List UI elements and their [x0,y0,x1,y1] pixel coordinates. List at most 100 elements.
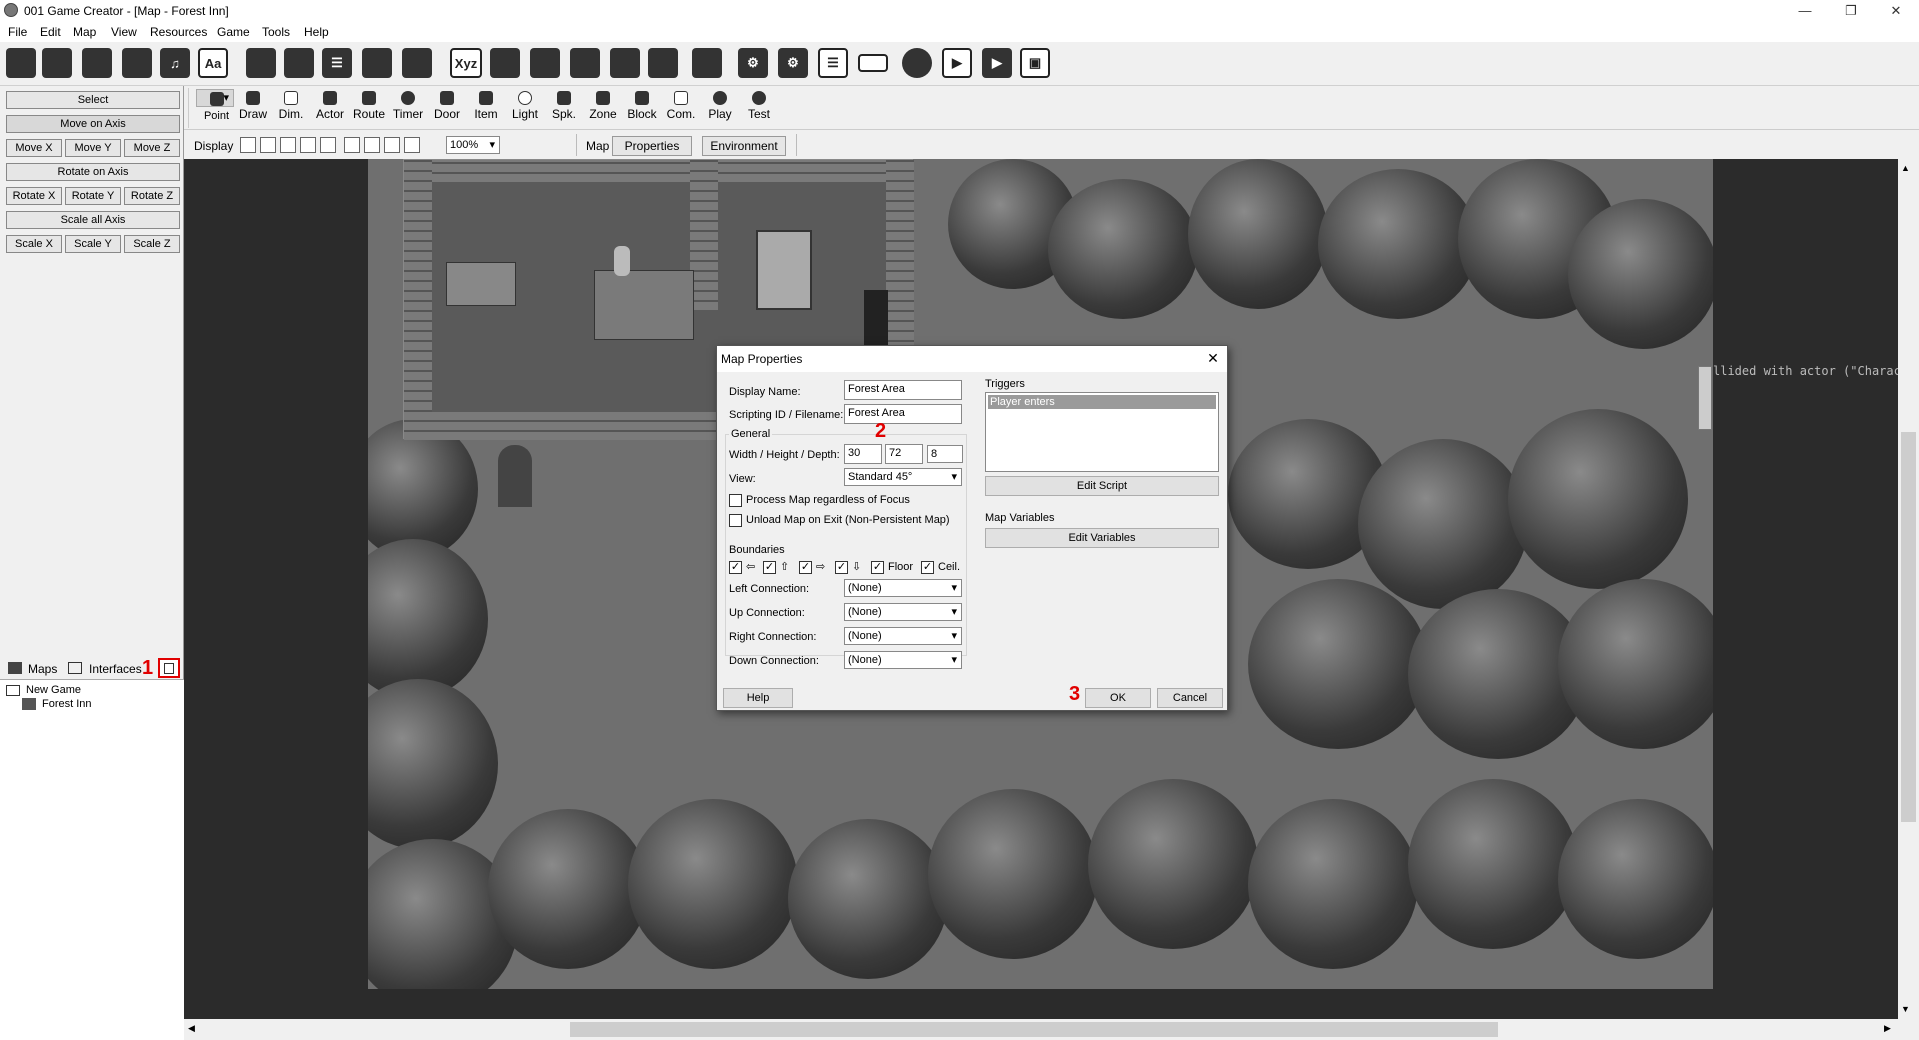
crowd-icon[interactable] [362,48,392,78]
grid-icon[interactable] [320,137,336,153]
properties-button[interactable]: Properties [612,136,692,156]
tool-block[interactable]: Block [623,89,661,127]
rotate-x-button[interactable]: Rotate X [6,187,62,205]
scroll-left-icon[interactable]: ◀ [188,1023,195,1034]
trigger-item[interactable]: Player enters [988,395,1216,409]
music-icon[interactable]: ♫ [160,48,190,78]
left-connection-select[interactable]: (None) [844,579,962,597]
boundary-right-checkbox[interactable]: ✓ [799,561,812,574]
minimize-button[interactable]: — [1782,0,1828,22]
player-icon[interactable] [42,48,72,78]
horizontal-scrollbar[interactable]: ◀ ▶ [184,1019,1898,1040]
character-icon[interactable] [284,48,314,78]
move-axis-button[interactable]: Move on Axis [6,115,180,133]
depth-input[interactable]: 8 [927,445,963,463]
item-bag-icon[interactable] [122,48,152,78]
door-icon[interactable] [82,48,112,78]
new-map-button[interactable] [158,658,180,678]
film-icon[interactable]: ▶ [982,48,1012,78]
shadow-icon[interactable] [280,137,296,153]
save-icon[interactable]: ▣ [1020,48,1050,78]
right-connection-select[interactable]: (None) [844,627,962,645]
document-icon[interactable] [530,48,560,78]
tool-draw[interactable]: Draw [234,89,272,127]
rotate-axis-button[interactable]: Rotate on Axis [6,163,180,181]
font-icon[interactable]: Aa [198,48,228,78]
height-input[interactable]: 72 [885,444,923,464]
select-button[interactable]: Select [6,91,180,109]
drive-icon[interactable] [610,48,640,78]
scripting-id-input[interactable]: Forest Area [844,404,962,424]
gamepad-icon[interactable] [570,48,600,78]
boundary-floor-checkbox[interactable]: ✓ [871,561,884,574]
scale-z-button[interactable]: Scale Z [124,235,180,253]
ok-button[interactable]: OK [1085,688,1151,708]
triggers-list[interactable]: Player enters [985,392,1219,472]
menu-resources[interactable]: Resources [150,25,207,39]
party-icon[interactable] [246,48,276,78]
tool-dim[interactable]: Dim. [272,89,310,127]
cylinder-icon[interactable] [384,137,400,153]
help-button[interactable]: Help [723,688,793,708]
tool-item[interactable]: Item [467,89,505,127]
xyz-icon[interactable]: Xyz [450,48,482,78]
play-video-icon[interactable]: ▶ [942,48,972,78]
sound-icon[interactable] [300,137,316,153]
menu-tools[interactable]: Tools [262,25,290,39]
arch-icon[interactable] [344,137,360,153]
text-list-icon[interactable]: ☰ [818,48,848,78]
globe-icon[interactable] [902,48,932,78]
close-window-button[interactable]: ✕ [1873,0,1919,22]
scale-y-button[interactable]: Scale Y [65,235,121,253]
view-select[interactable]: Standard 45° [844,468,962,486]
database-icon[interactable] [648,48,678,78]
edit-variables-button[interactable]: Edit Variables [985,528,1219,548]
film-strip-icon[interactable] [240,137,256,153]
tool-comment[interactable]: Com. [662,89,700,127]
tab-interfaces[interactable]: Interfaces [89,659,142,679]
layers-icon[interactable] [364,137,380,153]
unload-map-checkbox[interactable] [729,514,742,527]
tool-zone[interactable]: Zone [584,89,622,127]
edit-script-button[interactable]: Edit Script [985,476,1219,496]
boundary-left-checkbox[interactable]: ✓ [729,561,742,574]
group-icon[interactable] [402,48,432,78]
tool-play[interactable]: Play [701,89,739,127]
lightbulb-icon[interactable] [260,137,276,153]
zoom-select[interactable]: 100% [446,136,500,154]
rotate-y-button[interactable]: Rotate Y [65,187,121,205]
menu-file[interactable]: File [8,25,27,39]
scale-x-button[interactable]: Scale X [6,235,62,253]
maximize-button[interactable]: ❐ [1828,0,1874,22]
scroll-down-icon[interactable]: ▼ [1901,1004,1910,1014]
scroll-right-icon[interactable]: ▶ [1884,1023,1891,1034]
width-input[interactable]: 30 [844,444,882,464]
move-y-button[interactable]: Move Y [65,139,121,157]
tool-door[interactable]: Door [428,89,466,127]
tool-route[interactable]: Route [350,89,388,127]
horizontal-scroll-thumb[interactable] [570,1022,1498,1037]
menu-edit[interactable]: Edit [40,25,61,39]
menu-map[interactable]: Map [73,25,96,39]
rotate-z-button[interactable]: Rotate Z [124,187,180,205]
tool-timer[interactable]: Timer [389,89,427,127]
move-x-button[interactable]: Move X [6,139,62,157]
tree-item-forest-inn[interactable]: Forest Inn [42,698,92,710]
down-connection-select[interactable]: (None) [844,651,962,669]
up-connection-select[interactable]: (None) [844,603,962,621]
scale-all-button[interactable]: Scale all Axis [6,211,180,229]
gear-icon[interactable]: ⚙ [738,48,768,78]
tool-actor[interactable]: Actor [311,89,349,127]
move-z-button[interactable]: Move Z [124,139,180,157]
log-scroll-thumb[interactable] [1698,366,1712,430]
environment-button[interactable]: Environment [702,136,786,156]
process-focus-checkbox[interactable] [729,494,742,507]
boundary-ceil-checkbox[interactable]: ✓ [921,561,934,574]
scroll-up-icon[interactable]: ▲ [1901,163,1910,173]
boundary-up-checkbox[interactable]: ✓ [763,561,776,574]
menu-help[interactable]: Help [304,25,329,39]
gears-icon[interactable]: ⚙ [778,48,808,78]
dialog-close-icon[interactable]: ✕ [1204,350,1222,368]
menu-game[interactable]: Game [217,25,250,39]
textbox-icon[interactable] [858,54,888,72]
